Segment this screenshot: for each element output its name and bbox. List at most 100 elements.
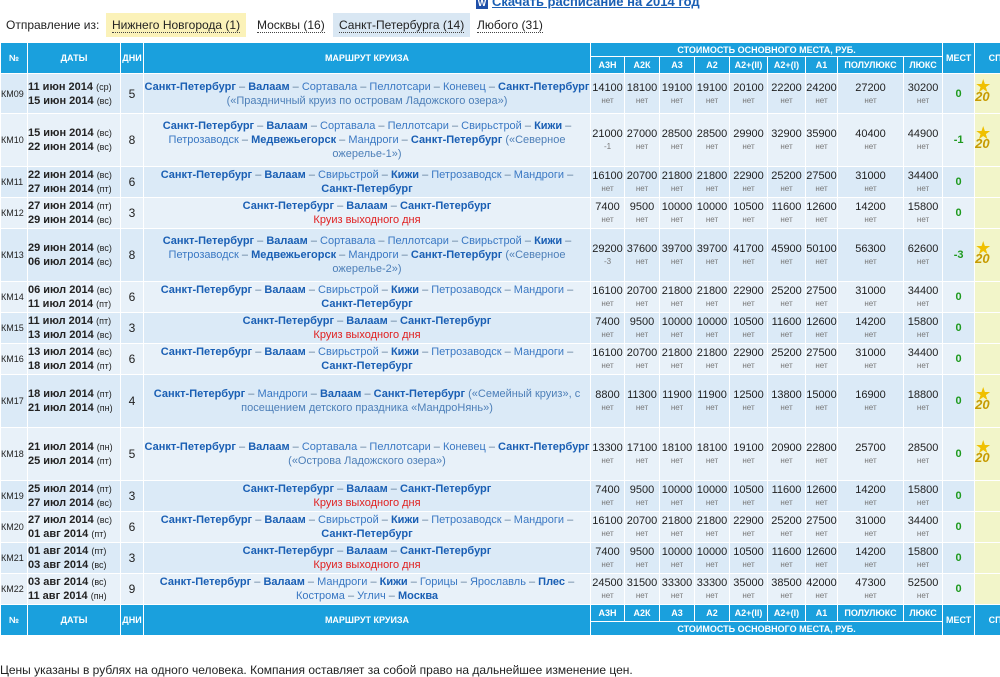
price-cell[interactable]: 22900нет bbox=[730, 167, 768, 198]
route-stop-major[interactable]: Санкт-Петербург bbox=[163, 235, 254, 247]
price-cell[interactable]: 11900нет bbox=[660, 375, 695, 428]
price-cell[interactable]: 19100нет bbox=[730, 428, 768, 481]
price-cell[interactable]: 21800нет bbox=[695, 167, 730, 198]
route-stop-major[interactable]: Санкт-Петербург bbox=[411, 249, 502, 261]
route-stop-major[interactable]: Москва bbox=[398, 590, 438, 602]
price-cell[interactable]: 42000нет bbox=[806, 574, 838, 605]
price-cell[interactable]: 24200нет bbox=[806, 74, 838, 114]
promo-cell[interactable]: ★20 bbox=[975, 229, 1000, 282]
cruise-code[interactable]: КМ15 bbox=[1, 313, 28, 344]
route-stop-major[interactable]: Валаам bbox=[346, 200, 387, 212]
route-stop-major[interactable]: Санкт-Петербург bbox=[243, 315, 334, 327]
price-cell[interactable]: 22800нет bbox=[806, 428, 838, 481]
price-cell[interactable]: 18800нет bbox=[904, 375, 943, 428]
price-cell[interactable]: 27500нет bbox=[806, 282, 838, 313]
cruise-code[interactable]: КМ12 bbox=[1, 198, 28, 229]
price-cell[interactable]: 20900нет bbox=[768, 428, 806, 481]
price-cell[interactable]: 27200нет bbox=[838, 74, 904, 114]
price-cell[interactable]: 39700нет bbox=[695, 229, 730, 282]
route-stop[interactable]: Горицы bbox=[420, 576, 458, 588]
route-stop-major[interactable]: Санкт-Петербург bbox=[163, 120, 254, 132]
price-cell[interactable]: 14200нет bbox=[838, 543, 904, 574]
cruise-route[interactable]: Санкт-Петербург – Валаам – Свирьстрой – … bbox=[144, 282, 591, 313]
price-cell[interactable]: 11600нет bbox=[768, 481, 806, 512]
price-cell[interactable]: 19100нет bbox=[695, 74, 730, 114]
route-stop-major[interactable]: Валаам bbox=[248, 441, 289, 453]
price-cell[interactable]: 21800нет bbox=[660, 282, 695, 313]
route-stop[interactable]: Мандроги bbox=[257, 388, 307, 400]
route-stop[interactable]: Пеллотсари bbox=[369, 441, 430, 453]
price-cell[interactable]: 25200нет bbox=[768, 512, 806, 543]
table-row[interactable]: КМ1329 июн 2014 (вс)06 июл 2014 (вс)8Сан… bbox=[1, 229, 1000, 282]
route-stop[interactable]: Пеллотсари bbox=[388, 120, 449, 132]
price-cell[interactable]: 41700нет bbox=[730, 229, 768, 282]
cruise-code[interactable]: КМ10 bbox=[1, 114, 28, 167]
cruise-code[interactable]: КМ22 bbox=[1, 574, 28, 605]
route-stop-major[interactable]: Санкт-Петербург bbox=[498, 441, 589, 453]
price-cell[interactable]: 10000нет bbox=[660, 481, 695, 512]
price-cell[interactable]: 12600нет bbox=[806, 313, 838, 344]
price-cell[interactable]: 34400нет bbox=[904, 167, 943, 198]
route-stop[interactable]: Петрозаводск bbox=[431, 346, 501, 358]
route-stop[interactable]: Свирьстрой bbox=[318, 169, 379, 181]
route-stop-major[interactable]: Валаам bbox=[346, 315, 387, 327]
promo-cell[interactable]: ★20 bbox=[975, 74, 1000, 114]
route-stop-major[interactable]: Санкт-Петербург bbox=[321, 298, 412, 310]
route-stop-major[interactable]: Санкт-Петербург bbox=[160, 576, 251, 588]
route-stop[interactable]: Петрозаводск bbox=[169, 249, 239, 261]
route-stop-major[interactable]: Кижи bbox=[534, 235, 562, 247]
cruise-route[interactable]: Санкт-Петербург – Валаам – Мандроги – Ки… bbox=[144, 574, 591, 605]
route-stop-major[interactable]: Кижи bbox=[391, 169, 419, 181]
price-cell[interactable]: 35900нет bbox=[806, 114, 838, 167]
price-cell[interactable]: 7400нет bbox=[591, 198, 625, 229]
price-cell[interactable]: 10000нет bbox=[695, 543, 730, 574]
price-cell[interactable]: 14200нет bbox=[838, 198, 904, 229]
route-stop-major[interactable]: Кижи bbox=[534, 120, 562, 132]
price-cell[interactable]: 11600нет bbox=[768, 198, 806, 229]
price-cell[interactable]: 15800нет bbox=[904, 313, 943, 344]
route-stop-major[interactable]: Санкт-Петербург bbox=[243, 483, 334, 495]
route-stop-major[interactable]: Валаам bbox=[320, 388, 361, 400]
cruise-code[interactable]: КМ11 bbox=[1, 167, 28, 198]
price-cell[interactable]: 12600нет bbox=[806, 543, 838, 574]
price-cell[interactable]: 32900нет bbox=[768, 114, 806, 167]
route-stop[interactable]: Петрозаводск bbox=[431, 284, 501, 296]
price-cell[interactable]: 39700нет bbox=[660, 229, 695, 282]
price-cell[interactable]: 11900нет bbox=[695, 375, 730, 428]
price-cell[interactable]: 31000нет bbox=[838, 167, 904, 198]
price-cell[interactable]: 13300нет bbox=[591, 428, 625, 481]
price-cell[interactable]: 25200нет bbox=[768, 282, 806, 313]
price-cell[interactable]: 52500нет bbox=[904, 574, 943, 605]
cruise-code[interactable]: КМ20 bbox=[1, 512, 28, 543]
route-stop-major[interactable]: Санкт-Петербург bbox=[145, 81, 236, 93]
price-cell[interactable]: 14100нет bbox=[591, 74, 625, 114]
table-row[interactable]: КМ1718 июл 2014 (пт)21 июл 2014 (пн)4Сан… bbox=[1, 375, 1000, 428]
route-stop-major[interactable]: Валаам bbox=[346, 545, 387, 557]
table-row[interactable]: КМ2101 авг 2014 (пт)03 авг 2014 (вс)3Сан… bbox=[1, 543, 1000, 574]
route-stop[interactable]: Пеллотсари bbox=[369, 81, 430, 93]
route-stop-major[interactable]: Валаам bbox=[266, 235, 307, 247]
price-cell[interactable]: 35000нет bbox=[730, 574, 768, 605]
table-row[interactable]: КМ1613 июл 2014 (вс)18 июл 2014 (пт)6Сан… bbox=[1, 344, 1000, 375]
price-cell[interactable]: 33300нет bbox=[660, 574, 695, 605]
price-cell[interactable]: 10000нет bbox=[695, 313, 730, 344]
price-cell[interactable]: 18100нет bbox=[625, 74, 660, 114]
cruise-code[interactable]: КМ19 bbox=[1, 481, 28, 512]
cruise-route[interactable]: Санкт-Петербург – Валаам – Санкт-Петербу… bbox=[144, 313, 591, 344]
route-stop-major[interactable]: Санкт-Петербург bbox=[243, 200, 334, 212]
price-cell[interactable]: 20100нет bbox=[730, 74, 768, 114]
price-cell[interactable]: 37600нет bbox=[625, 229, 660, 282]
price-cell[interactable]: 27500нет bbox=[806, 167, 838, 198]
route-stop[interactable]: Свирьстрой bbox=[318, 284, 379, 296]
route-stop-major[interactable]: Санкт-Петербург bbox=[154, 388, 245, 400]
route-stop[interactable]: Коневец bbox=[443, 441, 486, 453]
price-cell[interactable]: 21800нет bbox=[660, 167, 695, 198]
price-cell[interactable]: 7400нет bbox=[591, 481, 625, 512]
price-cell[interactable]: 10000нет bbox=[695, 198, 730, 229]
price-cell[interactable]: 21800нет bbox=[695, 512, 730, 543]
price-cell[interactable]: 9500нет bbox=[625, 543, 660, 574]
price-cell[interactable]: 10500нет bbox=[730, 313, 768, 344]
route-stop-major[interactable]: Валаам bbox=[263, 576, 304, 588]
cruise-route[interactable]: Санкт-Петербург – Валаам – Сортавала – П… bbox=[144, 428, 591, 481]
cruise-route[interactable]: Санкт-Петербург – Валаам – Сортавала – П… bbox=[144, 229, 591, 282]
